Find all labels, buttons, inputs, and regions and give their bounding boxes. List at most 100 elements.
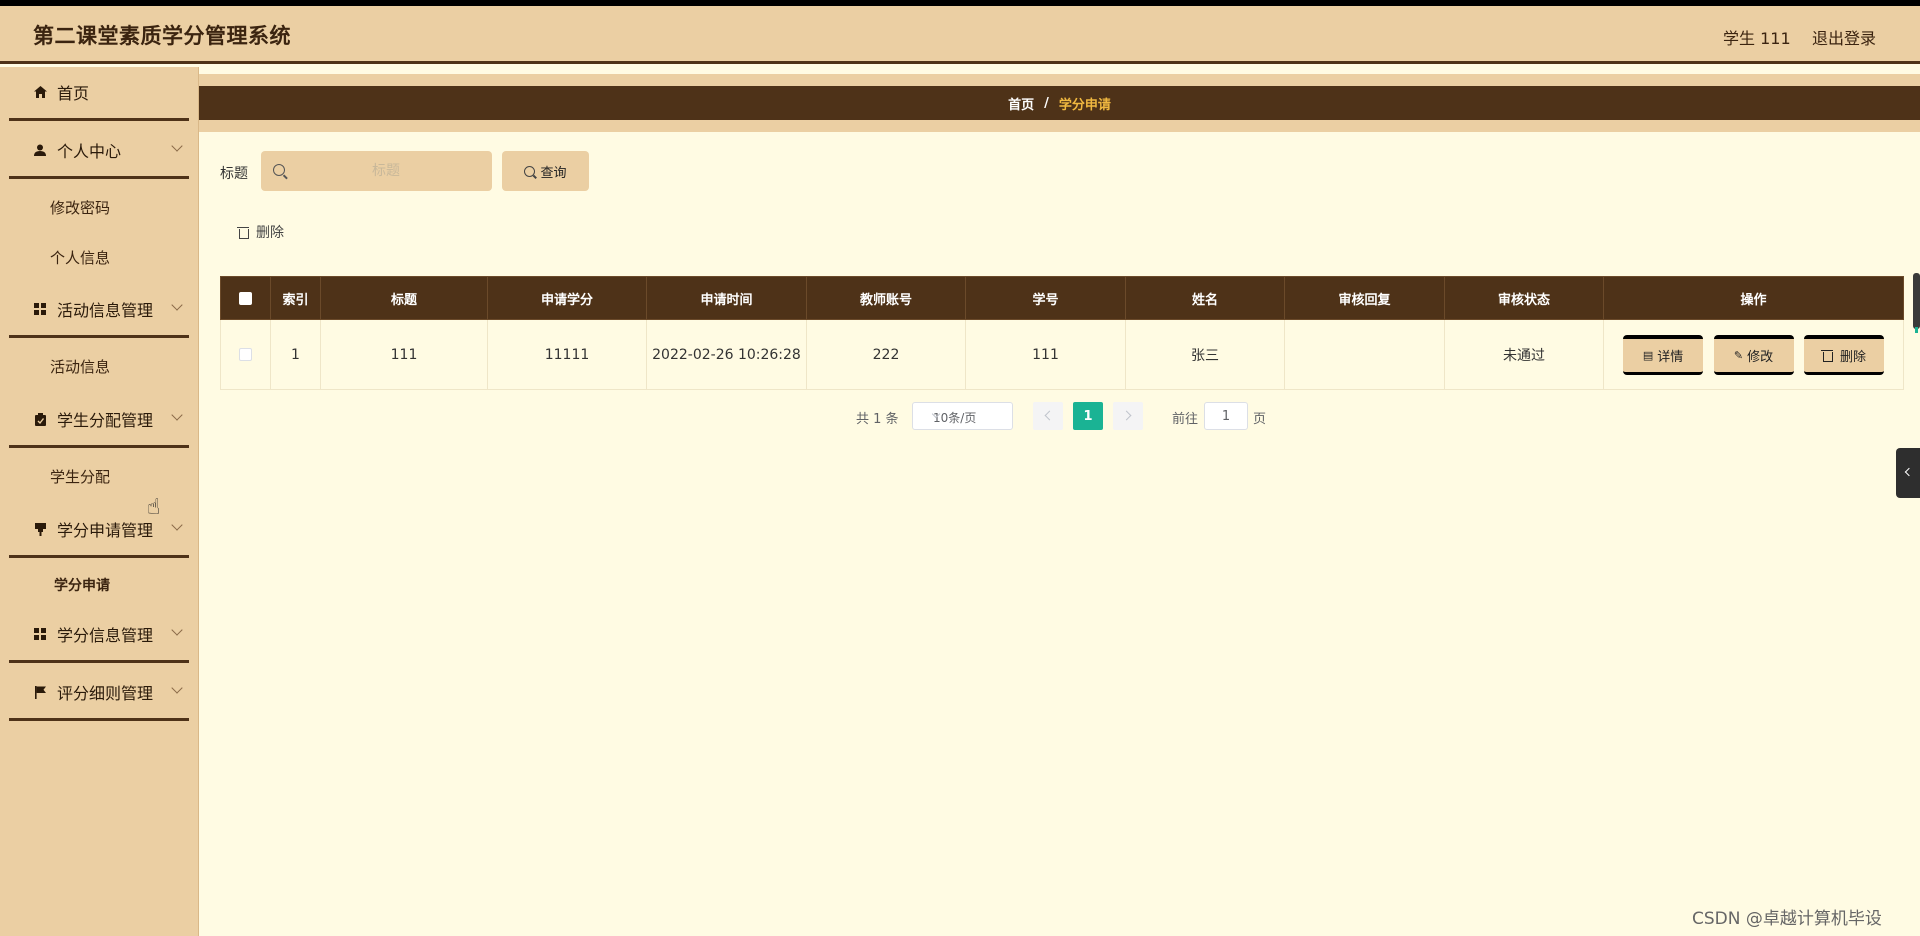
page-size-select[interactable]: 10条/页	[912, 402, 1013, 430]
chevron-down-icon	[171, 409, 183, 421]
table-row: 1 111 11111 2022-02-26 10:26:28 222 111 …	[220, 319, 1904, 390]
breadcrumb-current: 学分申请	[1058, 97, 1111, 113]
detail-button-label: 详情	[1657, 349, 1684, 365]
menu-divider	[9, 176, 189, 179]
search-icon	[273, 164, 285, 176]
hand-cursor-icon: ☝	[147, 495, 161, 520]
sidebar-item-label: 个人中心	[57, 142, 122, 161]
cell-reply	[1284, 319, 1445, 390]
current-user: 学生 111	[1723, 29, 1791, 48]
chevron-down-icon	[171, 299, 183, 311]
cell-teacher: 222	[806, 319, 966, 390]
column-header: 索引	[270, 276, 321, 320]
breadcrumb-home[interactable]: 首页	[1008, 94, 1034, 113]
pin-icon	[33, 522, 47, 536]
sidebar-subitem-student-assign[interactable]: 学生分配	[50, 466, 110, 487]
detail-button[interactable]: ▤ 详情	[1623, 334, 1704, 375]
goto-page-field	[1204, 402, 1248, 430]
scrollbar-thumb[interactable]	[1913, 273, 1920, 333]
sidebar-item-label: 评分细则管理	[57, 684, 154, 703]
home-icon	[33, 85, 47, 99]
page-number-current[interactable]: 1	[1073, 402, 1103, 430]
goto-page-input[interactable]	[1205, 403, 1247, 429]
app-title: 第二课堂素质学分管理系统	[33, 24, 291, 48]
app-header: 第二课堂素质学分管理系统 学生 111 退出登录	[0, 6, 1920, 64]
trash-icon	[1820, 349, 1834, 362]
cell-student-no: 111	[965, 319, 1126, 390]
edit-button[interactable]: ✎ 修改	[1713, 334, 1794, 375]
cell-time: 2022-02-26 10:26:28	[646, 319, 807, 390]
sidebar-item-student-assign-mgmt[interactable]: 学生分配管理	[9, 399, 189, 439]
bulk-delete-button[interactable]: 删除	[237, 222, 284, 242]
edit-icon: ✎	[1733, 348, 1744, 362]
bulk-delete-label: 删除	[256, 225, 284, 241]
breadcrumb-separator: /	[1044, 95, 1049, 111]
search-input[interactable]	[291, 151, 481, 191]
column-header: 审核回复	[1284, 276, 1445, 320]
menu-divider	[9, 555, 189, 558]
breadcrumb: 首页 / 学分申请	[199, 86, 1920, 120]
sidebar-item-label: 学分信息管理	[57, 626, 154, 645]
credit-apply-table: 索引 标题 申请学分 申请时间 教师账号 学号 姓名 审核回复 审核状态 操作 …	[220, 276, 1904, 390]
chevron-down-icon	[171, 140, 183, 152]
column-header: 审核状态	[1444, 276, 1604, 320]
sidebar-item-home[interactable]: 首页	[9, 72, 189, 112]
breadcrumb-area: 首页 / 学分申请	[199, 74, 1920, 132]
menu-divider	[9, 718, 189, 721]
goto-label: 前往	[1172, 412, 1199, 427]
sidebar: 首页 个人中心 修改密码 个人信息 活动信息管理 活动信息 学生分配管理 学生分…	[0, 67, 199, 936]
column-header: 申请学分	[487, 276, 647, 320]
column-header: 学号	[965, 276, 1126, 320]
sidebar-item-label: 学分申请管理	[57, 521, 154, 540]
search-icon	[524, 165, 536, 177]
search-label: 标题	[220, 166, 248, 182]
pagination-total: 共 1 条	[856, 412, 899, 427]
sidebar-subitem-activity-info[interactable]: 活动信息	[50, 356, 110, 377]
chevron-down-icon	[171, 624, 183, 636]
logout-link[interactable]: 退出登录	[1812, 25, 1876, 49]
delete-button[interactable]: 删除	[1803, 334, 1884, 375]
flag-icon	[33, 685, 47, 699]
sidebar-item-credit-apply-mgmt[interactable]: 学分申请管理	[9, 509, 189, 549]
delete-button-label: 删除	[1839, 349, 1866, 365]
select-all-checkbox[interactable]	[239, 291, 252, 305]
next-page-button[interactable]	[1113, 402, 1143, 430]
collapse-panel-button[interactable]	[1896, 448, 1920, 498]
sidebar-item-credit-info-mgmt[interactable]: 学分信息管理	[9, 614, 189, 654]
grid-icon	[33, 302, 47, 316]
row-checkbox[interactable]	[239, 348, 252, 361]
grid-icon	[33, 627, 47, 641]
sidebar-item-personal-center[interactable]: 个人中心	[9, 130, 189, 170]
sidebar-subitem-personal-info[interactable]: 个人信息	[50, 247, 110, 268]
page-suffix: 页	[1253, 412, 1267, 427]
sidebar-item-rules-mgmt[interactable]: 评分细则管理	[9, 672, 189, 712]
edit-button-label: 修改	[1747, 349, 1774, 365]
chevron-down-icon	[171, 519, 183, 531]
cell-credits: 11111	[487, 319, 647, 390]
sidebar-subitem-credit-apply[interactable]: 学分申请	[54, 575, 110, 595]
chevron-down-icon	[171, 682, 183, 694]
search-field	[261, 151, 492, 191]
table-header-row: 索引 标题 申请学分 申请时间 教师账号 学号 姓名 审核回复 审核状态 操作	[220, 276, 1904, 320]
query-button[interactable]: 查询	[502, 151, 589, 191]
prev-page-button[interactable]	[1033, 402, 1063, 430]
sidebar-item-label: 学生分配管理	[57, 411, 154, 430]
clipboard-icon	[33, 412, 47, 426]
sidebar-item-activity-mgmt[interactable]: 活动信息管理	[9, 289, 189, 329]
menu-divider	[9, 335, 189, 338]
watermark: CSDN @卓越计算机毕设	[1692, 909, 1882, 929]
document-icon: ▤	[1642, 348, 1654, 362]
column-header: 姓名	[1125, 276, 1285, 320]
trash-icon	[237, 226, 250, 239]
menu-divider	[9, 118, 189, 121]
user-icon	[33, 143, 47, 157]
cell-status: 未通过	[1444, 319, 1604, 390]
column-header: 教师账号	[806, 276, 966, 320]
column-header: 操作	[1603, 276, 1904, 320]
sidebar-item-label: 活动信息管理	[57, 301, 154, 320]
query-button-label: 查询	[540, 165, 567, 181]
column-header: 申请时间	[646, 276, 807, 320]
row-select-cell	[220, 319, 271, 390]
sidebar-subitem-change-password[interactable]: 修改密码	[50, 197, 110, 218]
cell-title: 111	[320, 319, 488, 390]
